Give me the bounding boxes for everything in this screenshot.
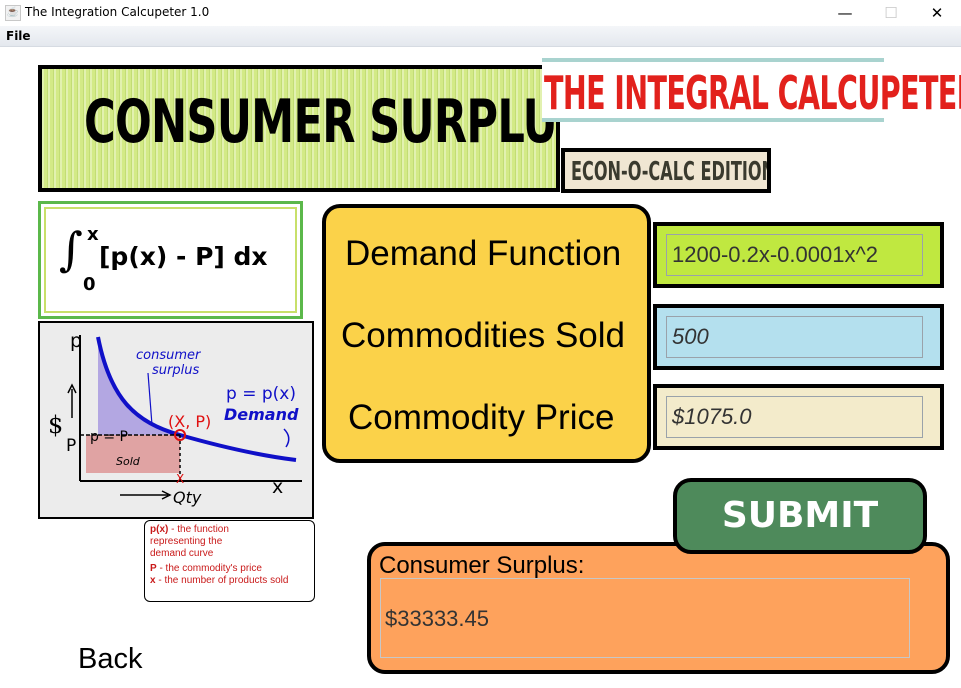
graph-x-label: x xyxy=(272,476,283,498)
commodities-sold-frame: 500 xyxy=(653,304,944,370)
graph-qty-label: Qty xyxy=(173,488,202,507)
commodity-price-label: Commodity Price xyxy=(348,398,615,437)
consumer-surplus-graph: p $ P p = P consumer surplus p = p(x) De… xyxy=(38,321,314,519)
graph-demand-label: Demand xyxy=(224,405,299,424)
graph-surplus-label: surplus xyxy=(152,363,199,378)
integrand: [p(x) - P] dx xyxy=(99,242,268,271)
legend-x-desc: - the number of products sold xyxy=(155,575,289,586)
submit-button[interactable]: SUBMIT xyxy=(673,478,927,554)
window-title: The Integration Calcupeter 1.0 xyxy=(25,5,210,19)
variable-legend: p(x) - the function representing the dem… xyxy=(144,520,315,602)
graph-price-eq: p = P xyxy=(90,429,128,445)
window-titlebar: ☕ The Integration Calcupeter 1.0 — ☐ ✕ xyxy=(0,0,961,26)
legend-px-term: p(x) xyxy=(150,524,169,535)
java-cup-icon: ☕ xyxy=(5,5,21,21)
demand-pointer xyxy=(283,428,290,448)
legend-px-desc: - the function xyxy=(168,524,229,535)
result-output-field[interactable]: $33333.45 xyxy=(380,578,910,658)
demand-function-frame: 1200-0.2x-0.0001x^2 xyxy=(653,222,944,288)
demand-function-label: Demand Function xyxy=(345,234,622,273)
graph-point-label: (X, P) xyxy=(168,412,211,431)
menu-bar: File xyxy=(0,26,961,47)
legend-P-term: P xyxy=(150,563,157,574)
maximize-button[interactable]: ☐ xyxy=(868,0,914,26)
edition-badge: ECON-O-CALC EDITION xyxy=(561,148,771,193)
graph-price-label: P xyxy=(66,436,76,456)
minimize-button[interactable]: — xyxy=(822,0,868,26)
commodity-price-frame: $1075.0 xyxy=(653,384,944,450)
graph-y-label: p xyxy=(70,330,82,352)
input-labels-panel: Demand Function Commodities Sold Commodi… xyxy=(322,204,651,463)
result-label: Consumer Surplus: xyxy=(379,552,585,579)
legend-P-line: P - the commodity's price xyxy=(150,563,309,575)
integral-upper-limit: x xyxy=(87,224,99,245)
menu-file[interactable]: File xyxy=(6,29,31,43)
close-button[interactable]: ✕ xyxy=(914,0,960,26)
graph-consumer-label: consumer xyxy=(136,348,202,363)
graph-x-mark: X xyxy=(176,472,184,486)
demand-function-input[interactable]: 1200-0.2x-0.0001x^2 xyxy=(666,234,923,276)
back-button[interactable]: Back xyxy=(78,643,142,676)
banner-main-title: CONSUMER SURPLUS xyxy=(84,87,560,157)
app-name-title: THE INTEGRAL CALCUPETER xyxy=(544,66,961,120)
integral-lower-limit: 0 xyxy=(83,274,96,295)
surplus-pointer xyxy=(147,372,153,426)
graph-sold-label: Sold xyxy=(116,455,141,468)
edition-text: ECON-O-CALC EDITION xyxy=(571,157,771,187)
legend-px-line-2: representing the xyxy=(150,536,223,547)
graph-dollar-label: $ xyxy=(48,411,63,439)
legend-px-line-3: demand curve xyxy=(150,548,214,559)
banner-app-name: THE INTEGRAL CALCUPETER xyxy=(542,58,961,122)
graph-curve-label: p = p(x) xyxy=(226,384,296,404)
commodity-price-input[interactable]: $1075.0 xyxy=(666,396,923,438)
result-panel: Consumer Surplus: $33333.45 xyxy=(367,542,950,674)
banner-consumer-surplus: CONSUMER SURPLUS xyxy=(38,65,560,192)
graph-svg: p $ P p = P consumer surplus p = p(x) De… xyxy=(48,330,302,507)
commodities-sold-label: Commodities Sold xyxy=(341,316,625,355)
commodities-sold-input[interactable]: 500 xyxy=(666,316,923,358)
legend-px-line: p(x) - the function xyxy=(150,524,309,536)
integral-symbol: ∫ xyxy=(59,222,83,276)
legend-P-desc: - the commodity's price xyxy=(156,563,262,574)
formula-box: ∫ x 0 [p(x) - P] dx xyxy=(38,201,303,319)
legend-x-line: x - the number of products sold xyxy=(150,575,309,587)
